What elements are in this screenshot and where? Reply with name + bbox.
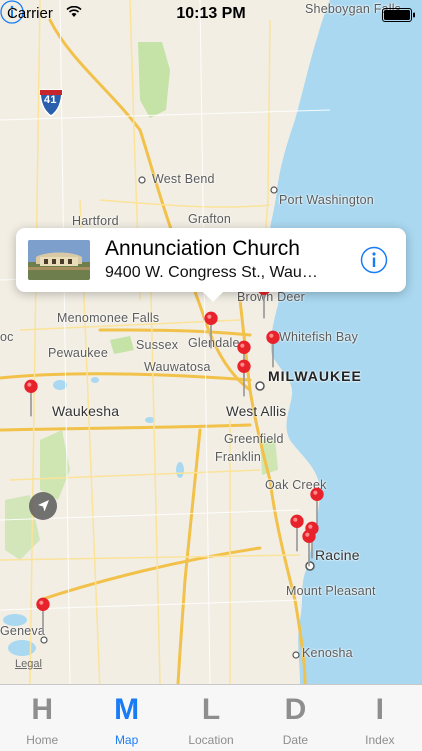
tab-bar: H Home M Map L Location D Date I Index [0,684,422,751]
map-pin[interactable] [263,329,283,369]
status-bar: Carrier 10:13 PM [0,0,422,28]
date-icon: D [284,693,307,726]
tab-index[interactable]: I Index [338,685,422,751]
park-area [40,430,70,500]
tab-location[interactable]: L Location [169,685,253,751]
status-time: 10:13 PM [176,5,246,22]
map-pin[interactable] [21,378,41,418]
map-label-port-washington: Port Washington [279,193,374,207]
city-dot [270,186,278,194]
map-label-west-bend: West Bend [152,172,215,186]
index-icon: I [375,693,384,726]
city-dot [138,176,146,184]
map-label-hartford: Hartford [72,214,119,228]
tab-label: Map [114,733,139,747]
map-label-grafton: Grafton [188,212,232,226]
map-view[interactable]: Sheboygan Falls 41 West Bend Port Washin… [0,0,422,684]
map-label-wauwatosa: Wauwatosa [144,360,211,374]
legal-link[interactable]: Legal [15,658,42,670]
tab-label: Date [282,733,309,747]
tab-date[interactable]: D Date [253,685,337,751]
tab-map[interactable]: M Map [84,685,168,751]
inland-lake [176,462,184,478]
map-label-waukesha: Waukesha [52,403,120,419]
tab-label: Home [26,733,59,747]
annotation-callout[interactable]: Annunciation Church 9400 W. Congress St.… [16,228,406,302]
callout-title: Annunciation Church [105,237,300,260]
info-icon[interactable] [360,246,388,274]
tab-label: Location [188,733,234,747]
map-label-pewaukee: Pewaukee [48,346,108,360]
home-icon: H [31,693,54,726]
callout-pointer [202,291,224,302]
map-label-mount-pleasant: Mount Pleasant [286,584,376,598]
city-dot [255,381,265,391]
battery-icon [382,8,415,22]
tab-home[interactable]: H Home [0,685,84,751]
inland-lake [91,377,99,383]
church-thumbnail [28,240,90,280]
location-icon: L [201,693,221,726]
map-label-oc: oc [0,330,14,344]
inland-lake [8,640,36,656]
map-label-greenfield: Greenfield [224,432,284,446]
map-pin[interactable] [201,310,221,350]
map-label-whitefish-bay: Whitefish Bay [279,330,359,344]
map-label-menomonee-falls: Menomonee Falls [57,311,160,325]
map-label-west-allis: West Allis [226,404,287,419]
tab-label: Index [365,733,395,747]
callout-subtitle: 9400 W. Congress St., Wau… [105,264,318,281]
map-label-milwaukee: MILWAUKEE [268,368,362,384]
map-pin[interactable] [299,528,319,568]
location-arrow-button[interactable] [29,492,57,520]
city-dot [292,651,300,659]
park-area [138,42,170,118]
map-pin[interactable] [234,358,254,398]
map-pin[interactable] [33,596,53,636]
map-label-franklin: Franklin [215,450,262,464]
map-label-sussex: Sussex [136,338,179,352]
interstate-number: 41 [44,94,57,106]
location-arrow-icon [38,500,49,512]
inland-lake [53,380,67,390]
map-label-kenosha: Kenosha [302,646,353,660]
map-icon: M [114,693,140,726]
park-area [110,336,134,354]
